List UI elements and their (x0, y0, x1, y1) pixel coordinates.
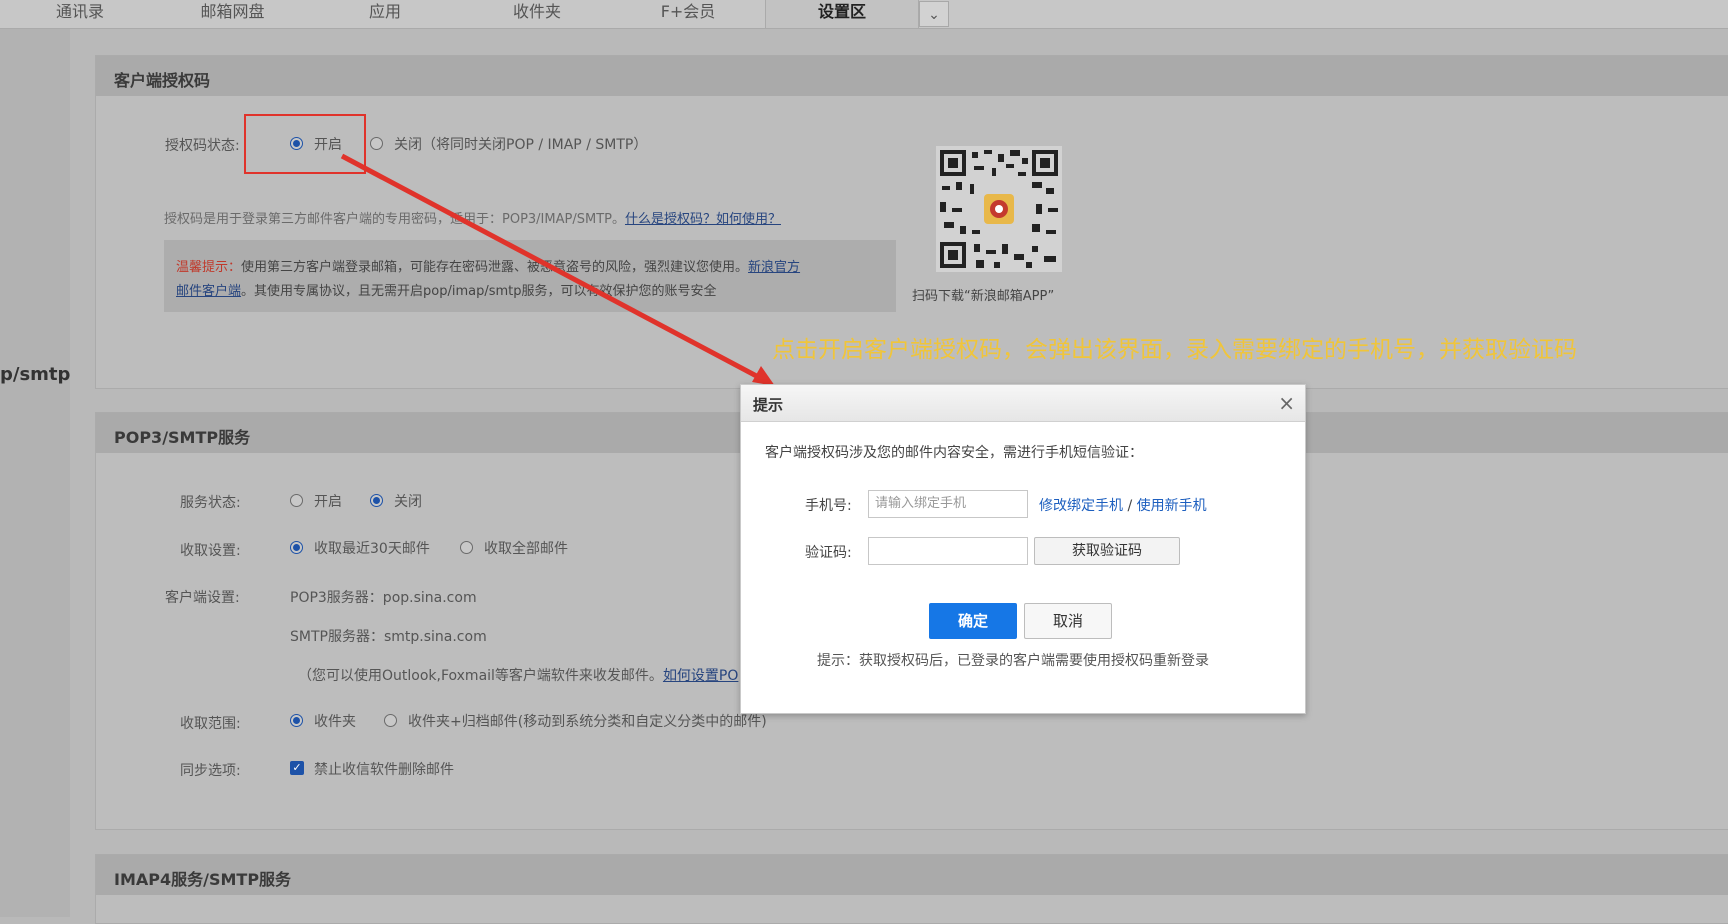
dialog-intro: 客户端授权码涉及您的邮件内容安全，需进行手机短信验证： (765, 445, 1143, 461)
phone-label: 手机号: (805, 498, 852, 514)
phone-input[interactable]: 请输入绑定手机 (868, 490, 1028, 518)
confirm-button[interactable]: 确定 (929, 603, 1017, 639)
modify-phone-link[interactable]: 修改绑定手机 (1039, 498, 1123, 514)
dialog-tip: 提示：获取授权码后，已登录的客户端需要使用授权码重新登录 (817, 653, 1209, 669)
code-input[interactable] (868, 537, 1028, 565)
cancel-button[interactable]: 取消 (1024, 603, 1112, 639)
verification-dialog: 提示 × 客户端授权码涉及您的邮件内容安全，需进行手机短信验证： 手机号: 请输… (740, 384, 1306, 714)
code-label: 验证码: (805, 545, 852, 561)
dialog-header: 提示 × (741, 385, 1305, 422)
phone-links: 修改绑定手机 / 使用新手机 (1039, 495, 1207, 515)
close-icon[interactable]: × (1278, 391, 1295, 415)
get-code-button[interactable]: 获取验证码 (1034, 537, 1180, 565)
link-separator: / (1127, 498, 1133, 514)
dialog-title: 提示 (753, 396, 784, 414)
new-phone-link[interactable]: 使用新手机 (1137, 498, 1207, 514)
annotation-text: 点击开启客户端授权码，会弹出该界面，录入需要绑定的手机号，并获取验证码 (772, 337, 1577, 363)
